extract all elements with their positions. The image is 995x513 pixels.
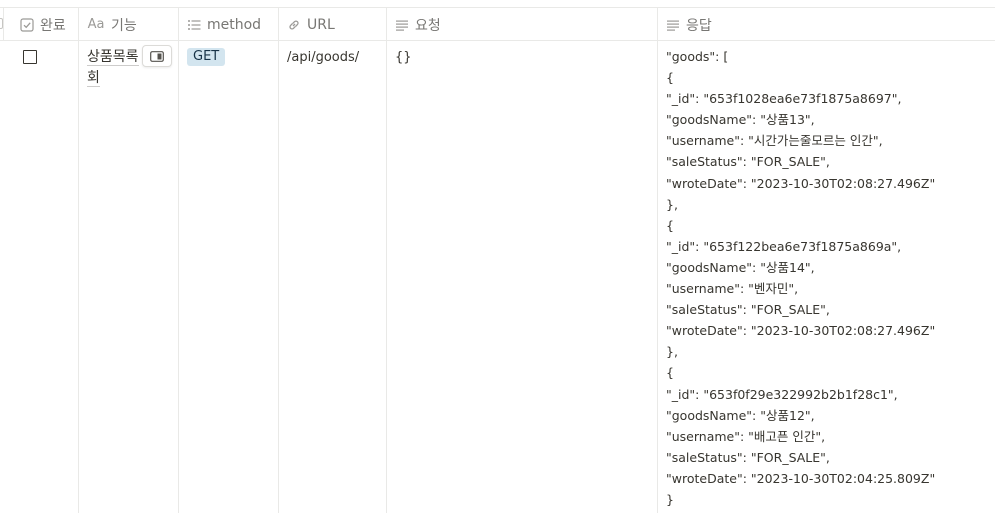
header-request[interactable]: 요청 (387, 8, 658, 40)
header-feature-label: 기능 (111, 17, 137, 34)
header-url[interactable]: URL (279, 8, 387, 40)
header-response[interactable]: 응답 (658, 8, 995, 40)
response-line: "_id": "653f1028ea6e73f1875a8697", (666, 91, 902, 107)
response-line: }, (666, 344, 678, 360)
response-line: "_id": "653f0f29e322992b2b1f28c1", (666, 386, 898, 402)
response-line: "username": "시간가는줄모르는 인간", (666, 133, 883, 149)
response-line: "saleStatus": "FOR_SALE", (666, 302, 830, 318)
response-line: "goods": [ (666, 49, 729, 64)
header-method-label: method (207, 16, 262, 33)
header-response-label: 응답 (686, 17, 712, 34)
open-side-peek-icon (150, 47, 164, 66)
text-property-icon (395, 18, 409, 32)
response-line: { (666, 70, 674, 86)
response-line: "_id": "653f122bea6e73f1875a869a", (666, 238, 902, 254)
method-tag[interactable]: GET (187, 48, 226, 66)
response-line: "wroteDate": "2023-10-30T02:08:27.496Z" (666, 323, 936, 339)
done-checkbox[interactable] (23, 50, 37, 64)
database-table: 완료 Aa 기능 method URL 요청 응답 상품목록 회 GET /ap… (0, 0, 995, 513)
select-all-checkbox[interactable] (0, 18, 3, 29)
feature-title[interactable]: 상품목록 회 (87, 47, 147, 89)
cell-feature[interactable]: 상품목록 회 (79, 41, 179, 513)
response-line: "username": "벤자민", (666, 281, 799, 297)
response-line: "saleStatus": "FOR_SALE", (666, 154, 830, 170)
cell-done (4, 41, 79, 513)
response-line: }, (666, 196, 678, 212)
response-line: "goodsName": "상품13", (666, 112, 815, 128)
response-value: "goods": [ { "_id": "653f1028ea6e73f1875… (666, 46, 935, 510)
header-method[interactable]: method (179, 8, 279, 40)
header-done-label: 완료 (40, 17, 66, 34)
response-line: "goodsName": "상품14", (666, 259, 815, 275)
response-line: } (666, 491, 674, 507)
text-property-icon (666, 18, 680, 32)
response-line: "saleStatus": "FOR_SALE", (666, 449, 830, 465)
header-request-label: 요청 (415, 17, 441, 34)
feature-title-text: 상품목록 회 (87, 49, 139, 87)
response-line: "goodsName": "상품12", (666, 407, 815, 423)
table-header-row: 완료 Aa 기능 method URL 요청 응답 (0, 7, 995, 41)
link-icon (287, 18, 301, 32)
response-line: { (666, 217, 674, 233)
title-property-icon: Aa (87, 17, 105, 32)
response-line: "wroteDate": "2023-10-30T02:08:27.496Z" (666, 175, 936, 191)
cell-url[interactable]: /api/goods/ (279, 41, 387, 513)
url-value: /api/goods/ (287, 50, 360, 65)
response-line: { (666, 365, 674, 381)
cell-method[interactable]: GET (179, 41, 279, 513)
response-line: "wroteDate": "2023-10-30T02:04:25.809Z" (666, 470, 936, 486)
list-property-icon (187, 18, 201, 32)
header-url-label: URL (307, 16, 335, 33)
checkbox-property-icon (20, 17, 34, 32)
header-feature[interactable]: Aa 기능 (79, 8, 179, 40)
cell-response[interactable]: "goods": [ { "_id": "653f1028ea6e73f1875… (658, 41, 995, 513)
open-page-button[interactable] (142, 45, 172, 67)
response-line: "username": "배고픈 인간", (666, 428, 826, 444)
cell-request[interactable]: {} (387, 41, 658, 513)
header-done[interactable]: 완료 (4, 8, 79, 40)
request-value: {} (395, 50, 412, 65)
